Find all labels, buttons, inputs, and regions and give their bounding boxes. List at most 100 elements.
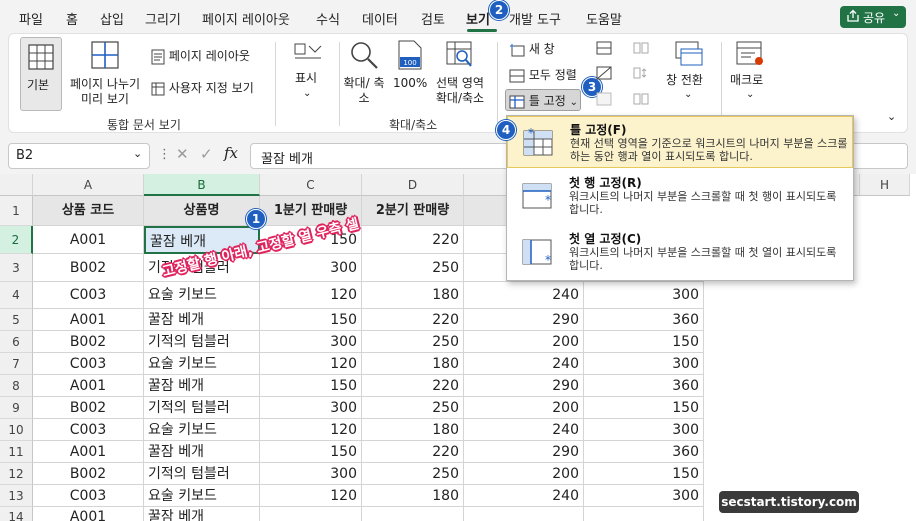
menu-item-freeze-panes[interactable]: * 틀 고정(F) 현재 선택 영역을 기준으로 워크시트의 나머지 부분을 스… xyxy=(507,116,853,168)
table-cell[interactable]: 250 xyxy=(362,331,464,353)
column-header[interactable]: C xyxy=(260,174,362,196)
table-cell[interactable]: 220 xyxy=(362,309,464,331)
table-cell[interactable]: 360 xyxy=(584,441,704,463)
table-cell[interactable]: A001 xyxy=(33,507,144,521)
table-cell[interactable]: A001 xyxy=(33,375,144,397)
function-icon[interactable]: fx xyxy=(224,144,238,162)
table-cell[interactable]: 300 xyxy=(260,397,362,419)
table-cell[interactable]: 300 xyxy=(260,463,362,485)
table-cell[interactable]: A001 xyxy=(33,309,144,331)
table-cell[interactable] xyxy=(362,507,464,521)
tab-draw[interactable]: 그리기 xyxy=(145,9,181,28)
enter-icon[interactable]: ✓ xyxy=(200,145,213,163)
table-cell[interactable]: 290 xyxy=(464,375,584,397)
table-cell[interactable]: 꿀잠 베개 xyxy=(144,441,260,463)
table-cell[interactable]: 220 xyxy=(362,441,464,463)
menu-item-freeze-first-column[interactable]: * 첫 열 고정(C) 워크시트의 나머지 부분을 스크롤할 때 첫 열이 표시… xyxy=(507,226,853,280)
table-cell[interactable]: 요술 키보드 xyxy=(144,419,260,441)
table-cell[interactable]: 220 xyxy=(362,226,464,254)
table-cell[interactable]: A001 xyxy=(33,226,144,254)
column-header[interactable]: A xyxy=(33,174,144,196)
table-cell[interactable]: 기적의 텀블러 xyxy=(144,463,260,485)
table-cell[interactable]: 150 xyxy=(260,309,362,331)
table-cell[interactable]: 180 xyxy=(362,485,464,507)
table-cell[interactable]: 150 xyxy=(584,397,704,419)
row-header[interactable]: 10 xyxy=(0,419,33,441)
table-cell[interactable]: 250 xyxy=(362,397,464,419)
table-cell[interactable]: 300 xyxy=(260,254,362,282)
row-header[interactable]: 7 xyxy=(0,353,33,375)
new-window-button[interactable]: 새 창 xyxy=(509,40,555,57)
show-button[interactable]: 표시 ⌄ xyxy=(285,40,331,104)
column-header[interactable]: D xyxy=(362,174,464,196)
table-cell[interactable] xyxy=(464,507,584,521)
zoom-button[interactable]: 확대/ 축소 xyxy=(343,38,385,110)
name-box[interactable]: B2 ⌄ xyxy=(8,143,150,169)
row-header[interactable]: 8 xyxy=(0,375,33,397)
table-cell[interactable]: 290 xyxy=(464,441,584,463)
table-cell[interactable]: A001 xyxy=(33,441,144,463)
table-cell[interactable]: 300 xyxy=(260,331,362,353)
tab-home[interactable]: 홈 xyxy=(66,9,78,28)
row-header[interactable]: 12 xyxy=(0,463,33,485)
row-header[interactable]: 5 xyxy=(0,309,33,331)
table-cell[interactable]: 요술 키보드 xyxy=(144,353,260,375)
table-header-cell[interactable]: 상품명 xyxy=(144,196,260,226)
tab-help[interactable]: 도움말 xyxy=(586,9,622,28)
tab-formulas[interactable]: 수식 xyxy=(316,9,340,28)
reset-window-position-icon[interactable] xyxy=(633,92,649,106)
table-cell[interactable] xyxy=(260,507,362,521)
table-cell[interactable]: 250 xyxy=(362,254,464,282)
table-cell[interactable]: 기적의 텀블러 xyxy=(144,331,260,353)
row-header[interactable]: 11 xyxy=(0,441,33,463)
tab-view[interactable]: 보기 xyxy=(466,9,490,28)
table-cell[interactable]: 180 xyxy=(362,282,464,309)
freeze-panes-button[interactable]: 틀 고정 ⌄ xyxy=(505,89,581,111)
table-cell[interactable]: 300 xyxy=(584,353,704,375)
zoom-100-button[interactable]: 100 100% xyxy=(392,38,428,98)
arrange-all-button[interactable]: 모두 정렬 xyxy=(509,66,577,83)
page-break-preview-button[interactable]: 페이지 나누기 미리 보기 xyxy=(65,37,145,111)
share-button[interactable]: 공유 ⌄ xyxy=(840,6,906,28)
table-cell[interactable]: 기적의 텀블러 xyxy=(144,397,260,419)
table-cell[interactable]: B002 xyxy=(33,463,144,485)
table-cell[interactable]: 180 xyxy=(362,353,464,375)
table-cell[interactable]: 300 xyxy=(584,485,704,507)
row-header[interactable]: 4 xyxy=(0,282,33,309)
tab-data[interactable]: 데이터 xyxy=(362,9,398,28)
table-cell[interactable]: B002 xyxy=(33,397,144,419)
table-cell[interactable] xyxy=(584,507,704,521)
table-cell[interactable]: 꿀잠 베개 xyxy=(144,309,260,331)
table-cell[interactable]: 200 xyxy=(464,397,584,419)
table-cell[interactable]: B002 xyxy=(33,254,144,282)
tab-developer[interactable]: 개발 도구 xyxy=(509,9,561,28)
select-all-corner[interactable] xyxy=(0,174,33,196)
unhide-window-icon[interactable] xyxy=(596,92,612,106)
zoom-to-selection-button[interactable]: 선택 영역 확대/축소 xyxy=(431,38,489,110)
table-cell[interactable]: 150 xyxy=(584,463,704,485)
table-cell[interactable]: 240 xyxy=(464,353,584,375)
table-cell[interactable]: 150 xyxy=(260,375,362,397)
table-cell[interactable]: 220 xyxy=(362,375,464,397)
split-icon[interactable] xyxy=(596,41,612,55)
table-header-cell[interactable]: 2분기 판매량 xyxy=(362,196,464,226)
normal-view-button[interactable]: 기본 xyxy=(20,37,62,111)
custom-views-button[interactable]: 사용자 지정 보기 xyxy=(151,79,254,97)
table-cell[interactable]: 360 xyxy=(584,309,704,331)
table-cell[interactable]: 250 xyxy=(362,463,464,485)
table-cell[interactable]: 요술 키보드 xyxy=(144,485,260,507)
table-cell[interactable]: C003 xyxy=(33,419,144,441)
table-cell[interactable]: 120 xyxy=(260,485,362,507)
tab-file[interactable]: 파일 xyxy=(19,9,43,28)
chevron-down-icon[interactable]: ⌄ xyxy=(133,147,142,160)
table-cell[interactable]: 360 xyxy=(584,375,704,397)
menu-item-freeze-top-row[interactable]: * 첫 행 고정(R) 워크시트의 나머지 부분을 스크롤할 때 첫 행이 표시… xyxy=(507,170,853,226)
column-header[interactable]: H xyxy=(860,174,910,196)
table-cell[interactable]: 120 xyxy=(260,282,362,309)
row-header[interactable]: 1 xyxy=(0,196,33,226)
row-header[interactable]: 2 xyxy=(0,226,33,254)
sync-scroll-icon[interactable] xyxy=(633,66,649,80)
table-cell[interactable]: 300 xyxy=(584,282,704,309)
table-cell[interactable]: 150 xyxy=(584,331,704,353)
table-cell[interactable]: 120 xyxy=(260,419,362,441)
